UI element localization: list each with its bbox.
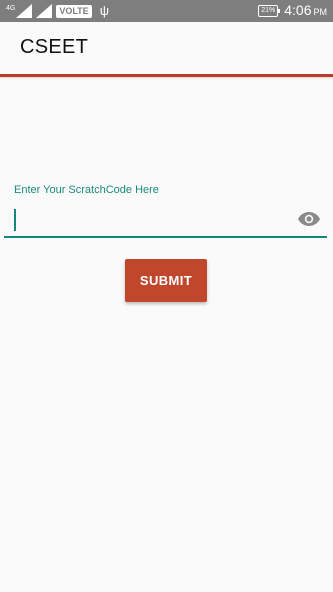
battery-level: 21% [261, 7, 276, 14]
status-left: 4G VOLTE ψ [6, 3, 109, 19]
clock-ampm: PM [313, 7, 328, 17]
scratch-code-field[interactable] [4, 202, 327, 238]
scratch-code-input[interactable] [16, 206, 290, 234]
usb-icon: ψ [99, 3, 109, 18]
battery-icon: 21% [258, 5, 281, 17]
network-type: 4G [6, 4, 16, 12]
clock-time: 4:06 [284, 2, 312, 18]
app-bar: CSEET [0, 22, 333, 77]
app-title: CSEET [20, 36, 89, 58]
submit-button[interactable]: SUBMIT [125, 259, 207, 302]
signal-icon [36, 4, 53, 18]
status-bar: 4G VOLTE ψ 21% 4:06 PM [0, 0, 333, 22]
status-right: 21% 4:06 PM [258, 2, 327, 20]
scratch-code-label: Enter Your ScratchCode Here [14, 184, 159, 196]
signal-icon [16, 4, 33, 18]
volte-badge: VOLTE [56, 4, 92, 18]
clock: 4:06 PM [284, 2, 327, 20]
eye-icon[interactable] [297, 210, 321, 228]
